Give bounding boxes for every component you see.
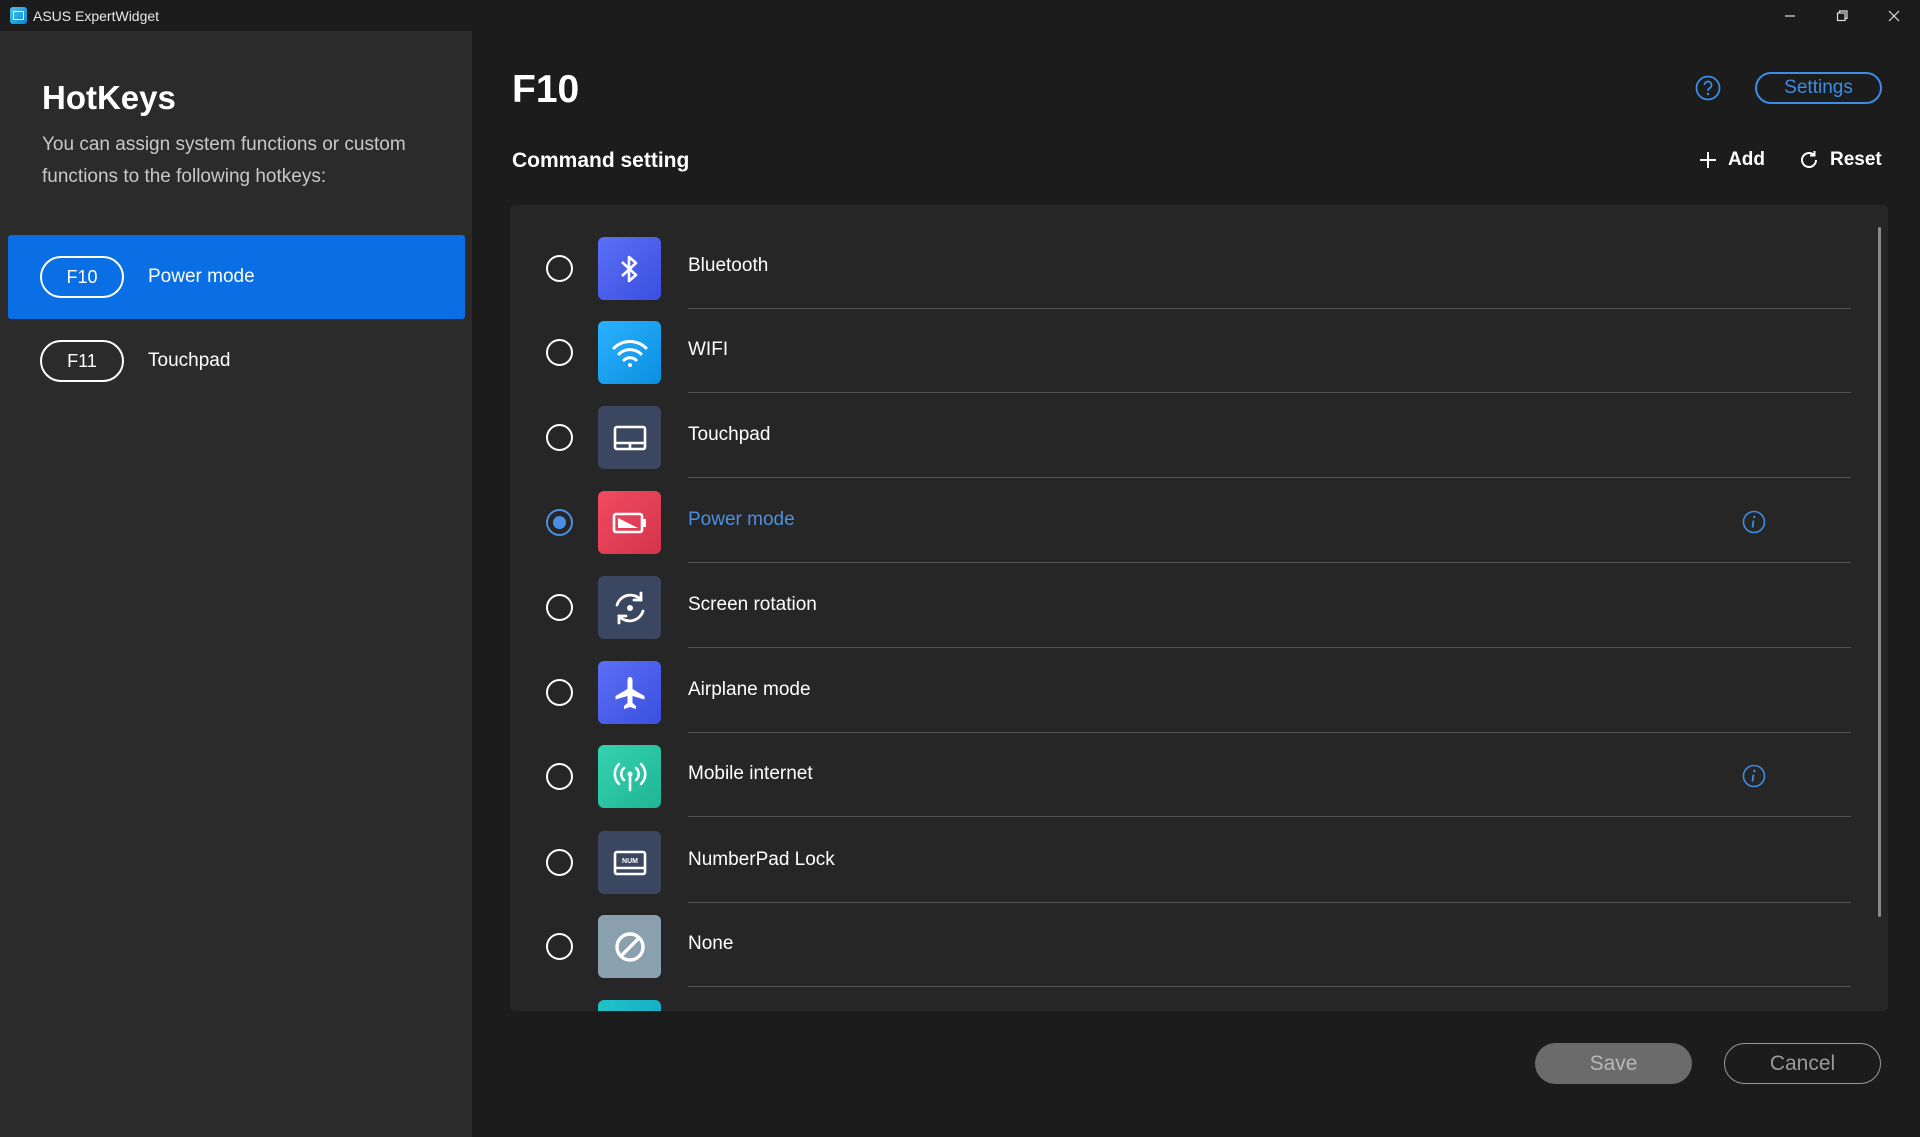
- close-button[interactable]: [1868, 0, 1920, 31]
- hotkey-key-badge: F10: [40, 256, 124, 298]
- num-badge: NUM: [622, 858, 638, 865]
- command-label: WIFI: [688, 339, 729, 360]
- scrollbar[interactable]: [1878, 227, 1881, 917]
- touchpad-icon: [598, 406, 661, 469]
- command-label: Bluetooth: [688, 255, 769, 276]
- radio-button[interactable]: [546, 679, 573, 706]
- sidebar-description: You can assign system functions or custo…: [42, 134, 406, 187]
- close-icon: [1888, 10, 1900, 21]
- title-bar: ASUS ExpertWidget: [0, 0, 1920, 31]
- save-button[interactable]: Save: [1535, 1043, 1692, 1084]
- sidebar: HotKeys You can assign system functions …: [0, 31, 472, 1137]
- bluetooth-icon: [598, 237, 661, 300]
- command-row-none[interactable]: None: [510, 903, 1888, 987]
- command-row-touchpad[interactable]: Touchpad: [510, 394, 1888, 478]
- hotkey-item-f11[interactable]: F11 Touchpad: [8, 319, 465, 403]
- command-label: Screen rotation: [688, 594, 817, 615]
- hotkey-label: Power mode: [148, 266, 255, 287]
- settings-button[interactable]: Settings: [1755, 72, 1882, 104]
- antenna-icon: [598, 745, 661, 808]
- command-row-partial[interactable]: [510, 988, 1888, 1011]
- hotkey-key-badge: F11: [40, 340, 124, 382]
- command-label: NumberPad Lock: [688, 849, 835, 870]
- command-row-bluetooth[interactable]: Bluetooth: [510, 225, 1888, 309]
- help-icon[interactable]: [1695, 75, 1721, 101]
- command-setting-title: Command setting: [512, 149, 690, 172]
- app-logo-icon: [10, 7, 27, 24]
- command-label: None: [688, 933, 734, 954]
- add-button[interactable]: Add: [1698, 149, 1765, 171]
- rotation-icon: [598, 576, 661, 639]
- restore-icon: [1836, 9, 1848, 21]
- sidebar-title: HotKeys: [42, 79, 176, 116]
- command-row-wifi[interactable]: WIFI: [510, 309, 1888, 393]
- command-label: Airplane mode: [688, 679, 811, 700]
- command-row-airplane-mode[interactable]: Airplane mode: [510, 649, 1888, 733]
- page-title: F10: [512, 68, 580, 111]
- hotkey-item-f10[interactable]: F10 Power mode: [8, 235, 465, 319]
- numberpad-icon: NUM: [598, 831, 661, 894]
- divider: [688, 392, 1851, 393]
- battery-icon: [598, 491, 661, 554]
- radio-button[interactable]: [546, 424, 573, 451]
- command-list: Bluetooth WIFI Touchpad Power mode Scree…: [510, 205, 1888, 1011]
- radio-button[interactable]: [546, 933, 573, 960]
- command-row-numberpad-lock[interactable]: NUM NumberPad Lock: [510, 819, 1888, 903]
- command-label: Power mode: [688, 509, 795, 530]
- minimize-button[interactable]: [1764, 0, 1816, 31]
- wifi-icon: [598, 321, 661, 384]
- divider: [688, 647, 1851, 648]
- radio-button[interactable]: [546, 509, 573, 536]
- radio-button[interactable]: [546, 594, 573, 621]
- divider: [688, 986, 1851, 987]
- command-label: Touchpad: [688, 424, 771, 445]
- info-icon[interactable]: [1742, 510, 1766, 534]
- none-icon: [598, 915, 661, 978]
- window-title: ASUS ExpertWidget: [33, 7, 160, 24]
- radio-button[interactable]: [546, 849, 573, 876]
- divider: [688, 477, 1851, 478]
- command-row-power-mode[interactable]: Power mode: [510, 479, 1888, 563]
- plus-icon: [1700, 152, 1716, 168]
- reset-icon: [1801, 151, 1817, 168]
- airplane-icon: [598, 661, 661, 724]
- command-row-mobile-internet[interactable]: Mobile internet: [510, 733, 1888, 817]
- radio-button[interactable]: [546, 255, 573, 282]
- cancel-button[interactable]: Cancel: [1724, 1043, 1881, 1084]
- window-controls: [1764, 0, 1920, 31]
- minimize-icon: [1785, 14, 1795, 17]
- hotkey-label: Touchpad: [148, 350, 231, 371]
- command-row-screen-rotation[interactable]: Screen rotation: [510, 564, 1888, 648]
- info-icon[interactable]: [1742, 764, 1766, 788]
- radio-button[interactable]: [546, 763, 573, 790]
- reset-button[interactable]: Reset: [1798, 149, 1882, 171]
- command-label: Mobile internet: [688, 763, 813, 784]
- reset-label: Reset: [1830, 149, 1882, 170]
- divider: [688, 562, 1851, 563]
- restore-button[interactable]: [1816, 0, 1868, 31]
- divider: [688, 816, 1851, 817]
- add-label: Add: [1728, 149, 1765, 170]
- partial-command-icon: [598, 1000, 661, 1011]
- radio-button[interactable]: [546, 339, 573, 366]
